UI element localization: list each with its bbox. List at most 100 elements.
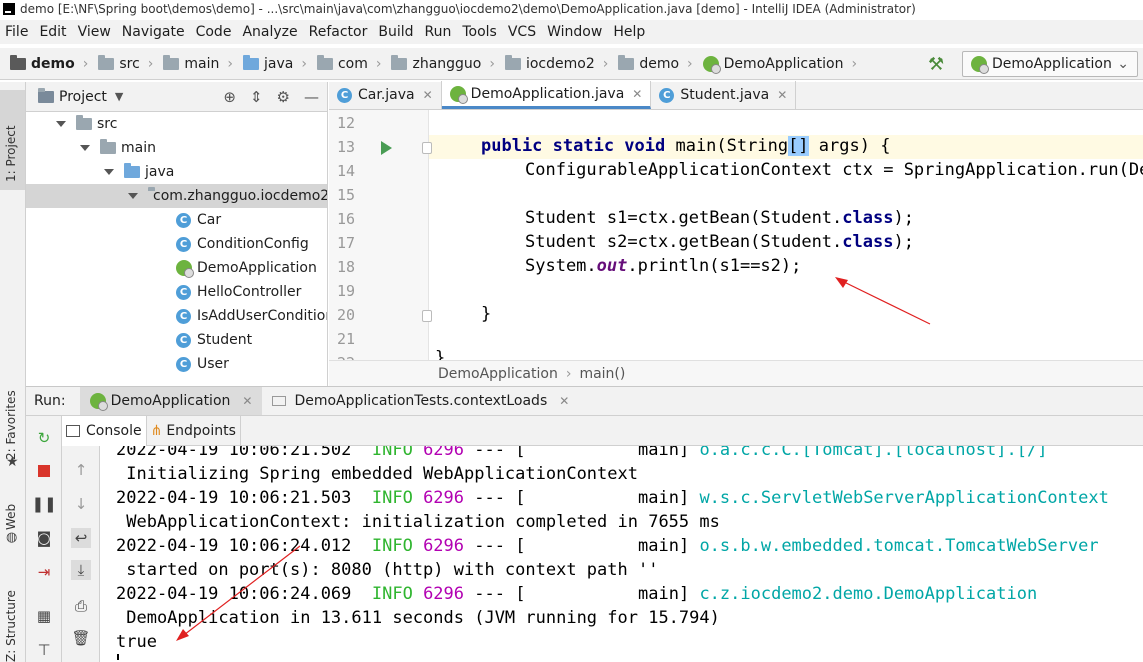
project-view-selector[interactable]: Project xyxy=(59,89,107,105)
menu-tools[interactable]: Tools xyxy=(462,24,497,40)
breadcrumb-zhangguo[interactable]: zhangguo › xyxy=(391,54,495,72)
gear-icon[interactable]: ⚙ xyxy=(277,88,290,106)
folder-icon xyxy=(163,54,180,70)
breadcrumb-class[interactable]: DemoApplication xyxy=(438,366,558,382)
tree-item[interactable]: C Car xyxy=(26,208,327,232)
close-icon[interactable]: ✕ xyxy=(632,87,642,101)
rerun-icon[interactable]: ↻ xyxy=(34,428,54,448)
tree-item[interactable]: com.zhangguo.iocdemo2.demo xyxy=(26,184,327,208)
menu-help[interactable]: Help xyxy=(613,24,645,40)
tab-endpoints[interactable]: ⋔ Endpoints xyxy=(147,415,241,446)
folder-icon xyxy=(98,54,115,70)
expand-arrow-icon[interactable] xyxy=(80,145,90,151)
fold-icon[interactable] xyxy=(422,142,432,154)
menu-file[interactable]: File xyxy=(5,24,28,40)
locate-target-icon[interactable]: ⊕ xyxy=(223,88,236,106)
tree-item[interactable]: java xyxy=(26,160,327,184)
fold-icon[interactable] xyxy=(422,310,432,322)
close-icon[interactable]: ✕ xyxy=(777,88,787,102)
pin-icon[interactable]: ⊤ xyxy=(34,640,54,660)
run-gutter-icon[interactable] xyxy=(381,141,392,155)
tab-console[interactable]: Console xyxy=(62,415,147,446)
soft-wrap-icon[interactable]: ↩ xyxy=(71,528,91,548)
breadcrumb-demoapplication[interactable]: DemoApplication › xyxy=(702,55,858,74)
tree-item[interactable]: main xyxy=(26,136,327,160)
run-tab-demoapplication[interactable]: DemoApplication ✕ xyxy=(79,387,263,415)
tree-item-label: com.zhangguo.iocdemo2.demo xyxy=(153,188,327,204)
chevron-right-icon: › xyxy=(851,55,858,72)
web-tool-tab[interactable]: Web xyxy=(4,504,18,530)
menu-analyze[interactable]: Analyze xyxy=(242,24,297,40)
chevron-down-icon[interactable]: ▼ xyxy=(115,90,123,103)
tab-student-java[interactable]: C Student.java ✕ xyxy=(651,81,797,109)
folder-icon xyxy=(243,54,259,70)
menu-build[interactable]: Build xyxy=(378,24,413,40)
breadcrumb-method[interactable]: main() xyxy=(579,366,625,382)
tree-item[interactable]: C IsAddUserCondition xyxy=(26,304,327,328)
console-output[interactable]: 2022-04-19 10:06:21.502 INFO 6296 --- [ … xyxy=(101,446,1143,662)
breadcrumb-java[interactable]: java › xyxy=(243,54,307,72)
menu-code[interactable]: Code xyxy=(196,24,232,40)
endpoints-icon: ⋔ xyxy=(150,422,163,439)
tree-item[interactable]: DemoApplication xyxy=(26,256,327,280)
tree-item[interactable]: C User xyxy=(26,352,327,376)
tree-item[interactable]: C ConditionConfig xyxy=(26,232,327,256)
breadcrumb-demo[interactable]: demo › xyxy=(10,54,88,72)
breadcrumb-demo-package[interactable]: demo › xyxy=(618,54,693,72)
project-tool-tab[interactable]: 1: Project xyxy=(0,90,25,190)
favorites-tool-tab[interactable]: 2: Favorites xyxy=(4,390,18,460)
menu-view[interactable]: View xyxy=(78,24,111,40)
tree-item-label: Car xyxy=(197,212,222,228)
stop-icon[interactable] xyxy=(34,461,54,481)
pause-icon[interactable]: ❚❚ xyxy=(31,494,56,514)
class-icon: C xyxy=(176,308,191,324)
collapse-all-icon[interactable]: ⇕ xyxy=(250,88,263,106)
close-icon[interactable]: ✕ xyxy=(242,394,252,408)
breadcrumb-main[interactable]: main › xyxy=(163,54,233,72)
menu-refactor[interactable]: Refactor xyxy=(309,24,368,40)
structure-tool-tab[interactable]: Z: Structure xyxy=(4,590,18,662)
tree-item-label: User xyxy=(197,356,229,372)
console-tab-bar: Console ⋔ Endpoints xyxy=(62,415,1143,446)
menu-edit[interactable]: Edit xyxy=(39,24,66,40)
menu-window[interactable]: Window xyxy=(547,24,602,40)
menu-vcs[interactable]: VCS xyxy=(508,24,536,40)
trash-icon[interactable]: 🗑 xyxy=(71,628,91,648)
close-icon[interactable]: ✕ xyxy=(423,88,433,102)
tab-car-java[interactable]: C Car.java ✕ xyxy=(329,81,442,109)
code-line-22: } xyxy=(435,348,446,360)
build-hammer-icon[interactable]: ⚒ xyxy=(928,54,948,75)
line-number: 20 xyxy=(337,306,356,324)
scroll-to-end-icon[interactable]: ⤓ xyxy=(71,560,91,580)
run-tool-window-header: Run: DemoApplication ✕ DemoApplicationTe… xyxy=(26,386,1143,416)
line-number: 16 xyxy=(337,210,356,228)
expand-arrow-icon[interactable] xyxy=(56,121,66,127)
hide-panel-icon[interactable]: — xyxy=(304,88,319,106)
close-icon[interactable]: ✕ xyxy=(559,394,569,408)
menu-run[interactable]: Run xyxy=(425,24,452,40)
camera-icon[interactable]: ◙ xyxy=(34,528,54,548)
arrow-down-icon[interactable]: ↓ xyxy=(71,494,91,514)
tree-item[interactable]: C HelloController xyxy=(26,280,327,304)
console-icon xyxy=(66,424,80,437)
breadcrumb-iocdemo2[interactable]: iocdemo2 › xyxy=(504,54,608,72)
run-configuration-select[interactable]: DemoApplication ⌄ xyxy=(962,51,1138,77)
editor-tab-bar: C Car.java ✕ DemoApplication.java ✕ C St… xyxy=(329,81,1143,110)
print-icon[interactable]: ⎙ xyxy=(71,596,91,616)
breadcrumb-src[interactable]: src › xyxy=(98,54,153,72)
expand-arrow-icon[interactable] xyxy=(104,169,114,175)
breadcrumb-com[interactable]: com › xyxy=(316,54,381,72)
tree-item-label: DemoApplication xyxy=(197,260,317,276)
expand-arrow-icon[interactable] xyxy=(128,193,138,199)
layout-icon[interactable]: ▦ xyxy=(34,606,54,626)
tree-item[interactable]: src xyxy=(26,112,327,136)
text-cursor xyxy=(117,654,119,660)
tree-item[interactable]: C Student xyxy=(26,328,327,352)
tree-item-label: main xyxy=(121,140,156,156)
exit-icon[interactable]: ⇥ xyxy=(34,562,54,582)
tab-demoapplication-java[interactable]: DemoApplication.java ✕ xyxy=(441,81,652,109)
menu-navigate[interactable]: Navigate xyxy=(122,24,185,40)
arrow-up-icon[interactable]: ↑ xyxy=(71,460,91,480)
code-editor[interactable]: 12 13 14 15 16 17 18 19 20 21 22 public … xyxy=(329,110,1143,360)
run-tab-contextloads[interactable]: DemoApplicationTests.contextLoads ✕ xyxy=(262,387,579,415)
